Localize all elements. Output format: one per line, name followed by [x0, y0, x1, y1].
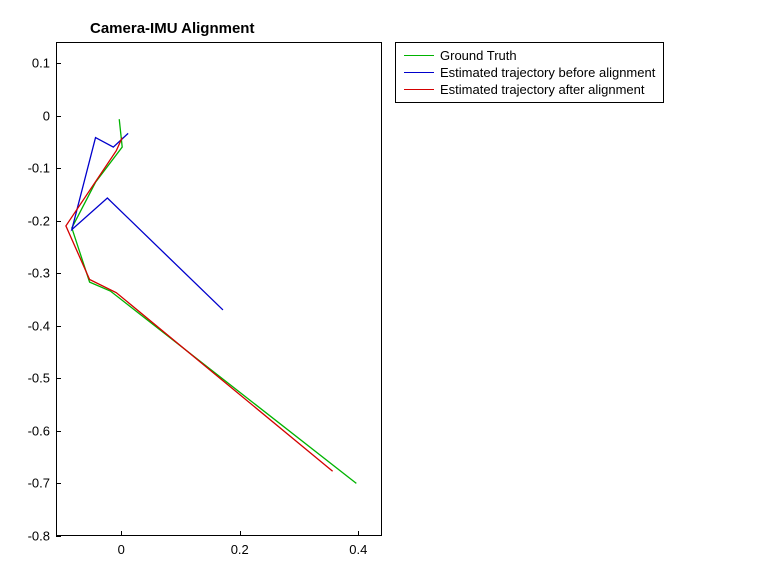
y-tick-label: -0.2: [10, 213, 50, 228]
y-tick-label: -0.7: [10, 476, 50, 491]
legend-entry: Ground Truth: [404, 47, 655, 64]
y-tick-mark: [56, 168, 61, 169]
axes: [56, 42, 382, 536]
y-tick-label: -0.8: [10, 529, 50, 544]
legend-label: Estimated trajectory after alignment: [440, 81, 644, 98]
legend-line-icon: [404, 89, 434, 90]
y-tick-label: -0.6: [10, 423, 50, 438]
y-tick-mark: [56, 326, 61, 327]
y-tick-mark: [56, 116, 61, 117]
series-line: [72, 133, 223, 310]
y-tick-label: -0.3: [10, 266, 50, 281]
y-tick-label: 0.1: [10, 56, 50, 71]
x-tick-mark: [240, 531, 241, 536]
y-tick-mark: [56, 431, 61, 432]
legend-line-icon: [404, 55, 434, 56]
x-tick-label: 0: [101, 542, 141, 557]
y-tick-mark: [56, 378, 61, 379]
x-tick-mark: [121, 531, 122, 536]
y-tick-mark: [56, 63, 61, 64]
legend: Ground TruthEstimated trajectory before …: [395, 42, 664, 103]
plot-area: [57, 43, 383, 537]
legend-label: Estimated trajectory before alignment: [440, 64, 655, 81]
y-tick-mark: [56, 221, 61, 222]
y-tick-label: -0.1: [10, 161, 50, 176]
y-tick-mark: [56, 273, 61, 274]
legend-line-icon: [404, 72, 434, 73]
y-tick-label: 0: [10, 108, 50, 123]
x-tick-label: 0.4: [338, 542, 378, 557]
y-tick-label: -0.5: [10, 371, 50, 386]
series-line: [66, 138, 333, 472]
legend-entry: Estimated trajectory after alignment: [404, 81, 655, 98]
chart-title: Camera-IMU Alignment: [90, 20, 254, 37]
figure: Camera-IMU Alignment Ground TruthEstimat…: [0, 0, 770, 578]
x-tick-mark: [358, 531, 359, 536]
y-tick-mark: [56, 483, 61, 484]
legend-label: Ground Truth: [440, 47, 517, 64]
y-tick-label: -0.4: [10, 318, 50, 333]
legend-entry: Estimated trajectory before alignment: [404, 64, 655, 81]
x-tick-label: 0.2: [220, 542, 260, 557]
y-tick-mark: [56, 536, 61, 537]
